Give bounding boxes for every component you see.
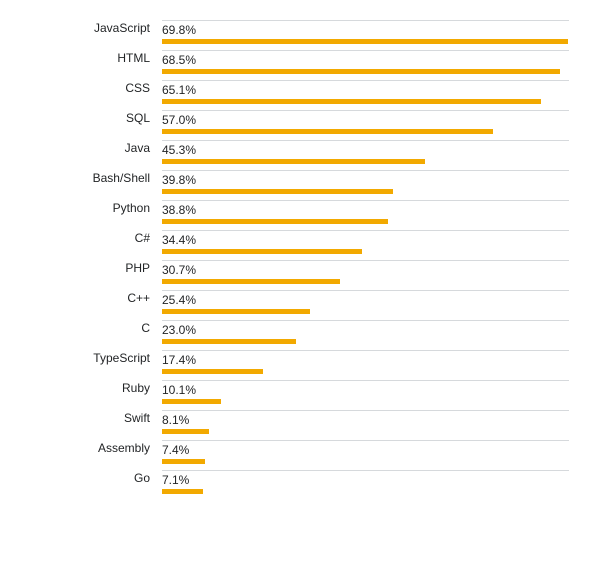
bar-row: Go7.1%	[20, 470, 569, 498]
bar-row: C23.0%	[20, 320, 569, 348]
bar-label: Assembly	[20, 440, 162, 455]
bar-row: C#34.4%	[20, 230, 569, 258]
bar-row: TypeScript17.4%	[20, 350, 569, 378]
bar-label: Ruby	[20, 380, 162, 395]
bar-row: Assembly7.4%	[20, 440, 569, 468]
bar-cell: 69.8%	[162, 20, 569, 48]
bar-cell: 10.1%	[162, 380, 569, 408]
bar-cell: 68.5%	[162, 50, 569, 78]
bar-row: Bash/Shell39.8%	[20, 170, 569, 198]
bar-row: Swift8.1%	[20, 410, 569, 438]
bar-fill	[162, 339, 296, 344]
bar-row: Ruby10.1%	[20, 380, 569, 408]
bar-fill	[162, 39, 568, 44]
bar-label: C#	[20, 230, 162, 245]
bar-label: CSS	[20, 80, 162, 95]
bar-cell: 45.3%	[162, 140, 569, 168]
bar-row: CSS65.1%	[20, 80, 569, 108]
bar-row: HTML68.5%	[20, 50, 569, 78]
bar-fill	[162, 309, 310, 314]
bar-label: PHP	[20, 260, 162, 275]
bar-row: Java45.3%	[20, 140, 569, 168]
bar-fill	[162, 459, 205, 464]
bar-label: Java	[20, 140, 162, 155]
bar-row: PHP30.7%	[20, 260, 569, 288]
bar-label: TypeScript	[20, 350, 162, 365]
bar-cell: 8.1%	[162, 410, 569, 438]
bar-value: 30.7%	[162, 263, 569, 277]
bar-cell: 7.4%	[162, 440, 569, 468]
bar-value: 23.0%	[162, 323, 569, 337]
bar-fill	[162, 429, 209, 434]
bar-value: 65.1%	[162, 83, 569, 97]
bar-label: Bash/Shell	[20, 170, 162, 185]
bar-value: 39.8%	[162, 173, 569, 187]
bar-fill	[162, 249, 362, 254]
bar-fill	[162, 189, 393, 194]
bar-cell: 7.1%	[162, 470, 569, 498]
bar-cell: 39.8%	[162, 170, 569, 198]
bar-value: 69.8%	[162, 23, 569, 37]
bar-value: 45.3%	[162, 143, 569, 157]
bar-fill	[162, 99, 541, 104]
bar-row: JavaScript69.8%	[20, 20, 569, 48]
bar-fill	[162, 159, 425, 164]
bar-cell: 23.0%	[162, 320, 569, 348]
bar-label: Swift	[20, 410, 162, 425]
bar-cell: 38.8%	[162, 200, 569, 228]
bar-cell: 30.7%	[162, 260, 569, 288]
bar-fill	[162, 69, 560, 74]
bar-fill	[162, 399, 221, 404]
bar-label: HTML	[20, 50, 162, 65]
bar-row: SQL57.0%	[20, 110, 569, 138]
bar-fill	[162, 369, 263, 374]
bar-value: 38.8%	[162, 203, 569, 217]
bar-value: 10.1%	[162, 383, 569, 397]
bar-value: 17.4%	[162, 353, 569, 367]
bar-value: 7.4%	[162, 443, 569, 457]
bar-value: 57.0%	[162, 113, 569, 127]
bar-cell: 25.4%	[162, 290, 569, 318]
bar-value: 34.4%	[162, 233, 569, 247]
bar-label: Go	[20, 470, 162, 485]
bar-value: 8.1%	[162, 413, 569, 427]
bar-fill	[162, 489, 203, 494]
bar-label: C	[20, 320, 162, 335]
bar-label: JavaScript	[20, 20, 162, 35]
bar-cell: 17.4%	[162, 350, 569, 378]
bar-cell: 65.1%	[162, 80, 569, 108]
language-usage-bar-chart: JavaScript69.8%HTML68.5%CSS65.1%SQL57.0%…	[0, 0, 599, 520]
bar-fill	[162, 279, 340, 284]
bar-label: SQL	[20, 110, 162, 125]
bar-cell: 34.4%	[162, 230, 569, 258]
bar-fill	[162, 219, 388, 224]
bar-value: 68.5%	[162, 53, 569, 67]
bar-label: Python	[20, 200, 162, 215]
bar-row: C++25.4%	[20, 290, 569, 318]
bar-row: Python38.8%	[20, 200, 569, 228]
bar-value: 7.1%	[162, 473, 569, 487]
bar-value: 25.4%	[162, 293, 569, 307]
bar-cell: 57.0%	[162, 110, 569, 138]
bar-label: C++	[20, 290, 162, 305]
bar-fill	[162, 129, 493, 134]
